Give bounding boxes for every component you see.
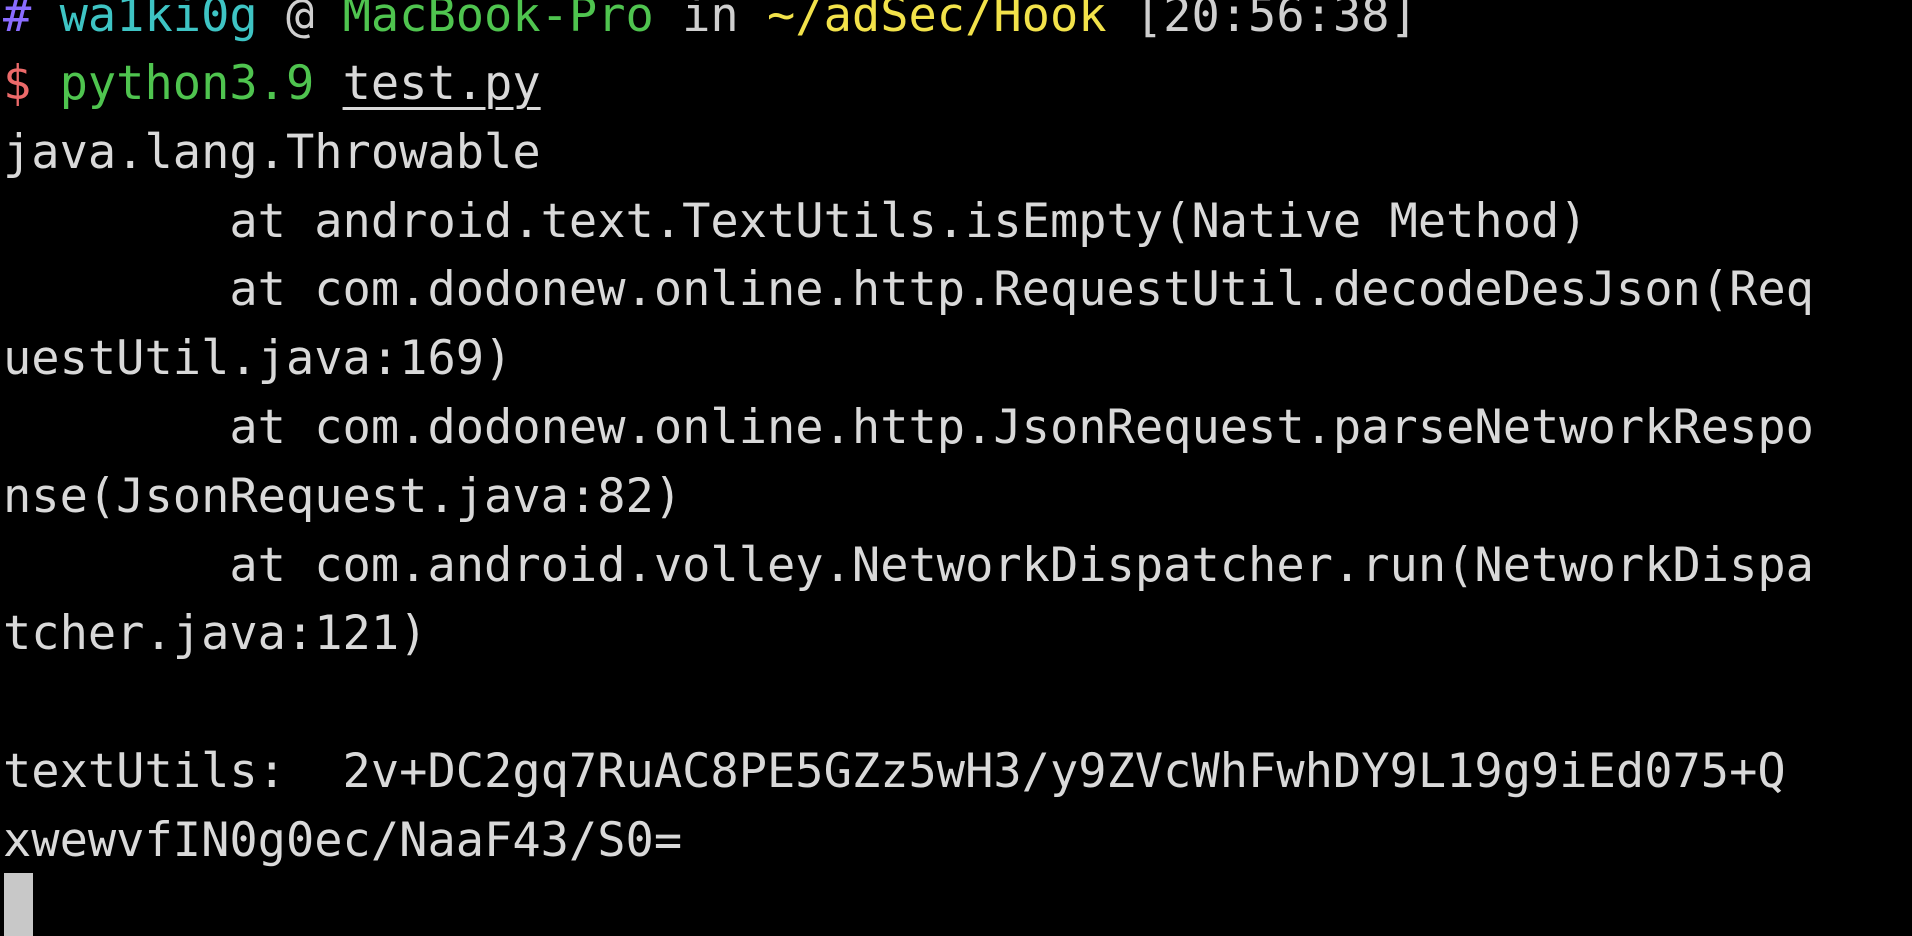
output-line: nse(JsonRequest.java:82) [3,469,683,524]
prompt-in: in [682,0,739,43]
terminal-window[interactable]: # wa1ki0g @ MacBook-Pro in ~/adSec/Hook … [0,0,1912,936]
command-program: python3.9 [59,56,315,111]
prompt-at: @ [285,0,315,43]
output-line: textUtils: 2v+DC2gq7RuAC8PE5GZz5wH3/y9ZV… [3,744,1786,799]
output-line: uestUtil.java:169) [3,331,513,386]
output-line: at com.dodonew.online.http.JsonRequest.p… [3,400,1814,455]
prompt-host: MacBook-Pro [342,0,654,43]
command-dollar: $ [3,56,32,111]
prompt-user: wa1ki0g [59,0,258,43]
prompt-line: # wa1ki0g @ MacBook-Pro in ~/adSec/Hook … [3,0,1418,50]
prompt-path: ~/adSec/Hook [767,0,1107,43]
command-line: $ python3.9 test.py [3,49,541,118]
output-line: at android.text.TextUtils.isEmpty(Native… [3,194,1588,249]
output-line: tcher.java:121) [3,606,428,661]
output-line: java.lang.Throwable [3,125,541,180]
terminal-cursor [4,873,33,936]
output-line: at com.dodonew.online.http.RequestUtil.d… [3,262,1814,317]
prompt-time: [20:56:38] [1134,0,1418,43]
prompt-hash: # [3,0,32,43]
output-line: xwewvfIN0g0ec/NaaF43/S0= [3,813,683,868]
output-line: at com.android.volley.NetworkDispatcher.… [3,538,1814,593]
command-argument: test.py [342,56,541,111]
